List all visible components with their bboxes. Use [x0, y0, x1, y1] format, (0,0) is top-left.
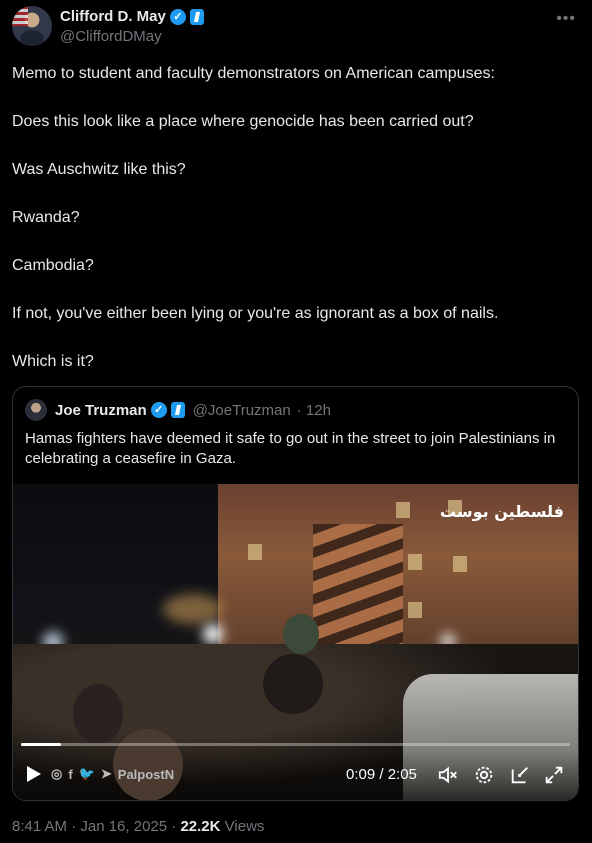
author-avatar[interactable] — [12, 6, 52, 46]
video-progress-bar[interactable] — [21, 743, 570, 746]
video-controls: ◎ f 🐦 ➤ PalpostN 0:09 / 2:05 — [13, 754, 578, 794]
video-progress-fill — [21, 743, 61, 746]
affiliation-badge-icon[interactable] — [170, 402, 185, 418]
views-count: 22.2K — [180, 818, 221, 835]
fullscreen-icon[interactable] — [543, 764, 565, 786]
affiliation-badge-icon[interactable] — [189, 8, 204, 25]
quote-text: Hamas fighters have deemed it safe to go… — [25, 430, 556, 467]
tweet-paragraph: Does this look like a place where genoci… — [12, 113, 474, 130]
facebook-icon: f — [68, 766, 73, 782]
tweet-paragraph: Cambodia? — [12, 257, 94, 274]
views-label: Views — [224, 818, 265, 835]
more-options-icon[interactable]: ••• — [556, 10, 576, 28]
tweet-paragraph: Memo to student and faculty demonstrator… — [12, 65, 495, 82]
quote-author-name[interactable]: Joe Truzman — [55, 402, 147, 419]
tweet-paragraph: Was Auschwitz like this? — [12, 161, 186, 178]
video-player[interactable]: فلسطين بوست ◎ f 🐦 ➤ PalpostN 0:09 / 2:05 — [13, 484, 578, 800]
picture-in-picture-icon[interactable] — [509, 764, 531, 786]
instagram-icon: ◎ — [51, 766, 63, 781]
video-frame-stairs — [313, 524, 403, 654]
mute-icon[interactable] — [437, 764, 459, 786]
video-watermark-logo: فلسطين بوست — [439, 502, 564, 521]
play-icon[interactable] — [27, 766, 41, 782]
tweet-paragraph: If not, you've either been lying or you'… — [12, 305, 499, 322]
telegram-icon: ➤ — [100, 766, 112, 781]
author-display-name[interactable]: Clifford D. May — [60, 8, 166, 25]
video-source-label: PalpostN — [117, 766, 175, 782]
settings-gear-icon[interactable] — [473, 764, 495, 786]
video-overlay-social: ◎ f 🐦 ➤ PalpostN — [51, 766, 174, 782]
verified-badge-icon[interactable]: ✓ — [169, 8, 186, 25]
author-handle[interactable]: @CliffordDMay — [60, 28, 162, 45]
quote-header: Joe Truzman ✓ @JoeTruzman · 12h — [25, 399, 331, 421]
tweet-text: Memo to student and faculty demonstrator… — [12, 64, 580, 400]
tweet-meta: 8:41 AM · Jan 16, 2025 · 22.2K Views — [12, 818, 264, 835]
tweet-paragraph: Which is it? — [12, 353, 94, 370]
quote-time: · 12h — [296, 401, 331, 419]
video-time: 0:09 / 2:05 — [346, 766, 417, 783]
verified-badge-icon[interactable]: ✓ — [150, 402, 167, 418]
author-name-row: Clifford D. May ✓ — [60, 8, 204, 25]
tweet-header: Clifford D. May ✓ @CliffordDMay ••• — [12, 4, 580, 48]
quoted-tweet[interactable]: Joe Truzman ✓ @JoeTruzman · 12h Hamas fi… — [12, 386, 579, 801]
twitter-icon: 🐦 — [78, 766, 95, 781]
quote-author-handle[interactable]: @JoeTruzman — [193, 402, 291, 419]
tweet-timestamp[interactable]: 8:41 AM · Jan 16, 2025 · — [12, 818, 176, 835]
quote-author-avatar[interactable] — [25, 399, 47, 421]
tweet-paragraph: Rwanda? — [12, 209, 80, 226]
